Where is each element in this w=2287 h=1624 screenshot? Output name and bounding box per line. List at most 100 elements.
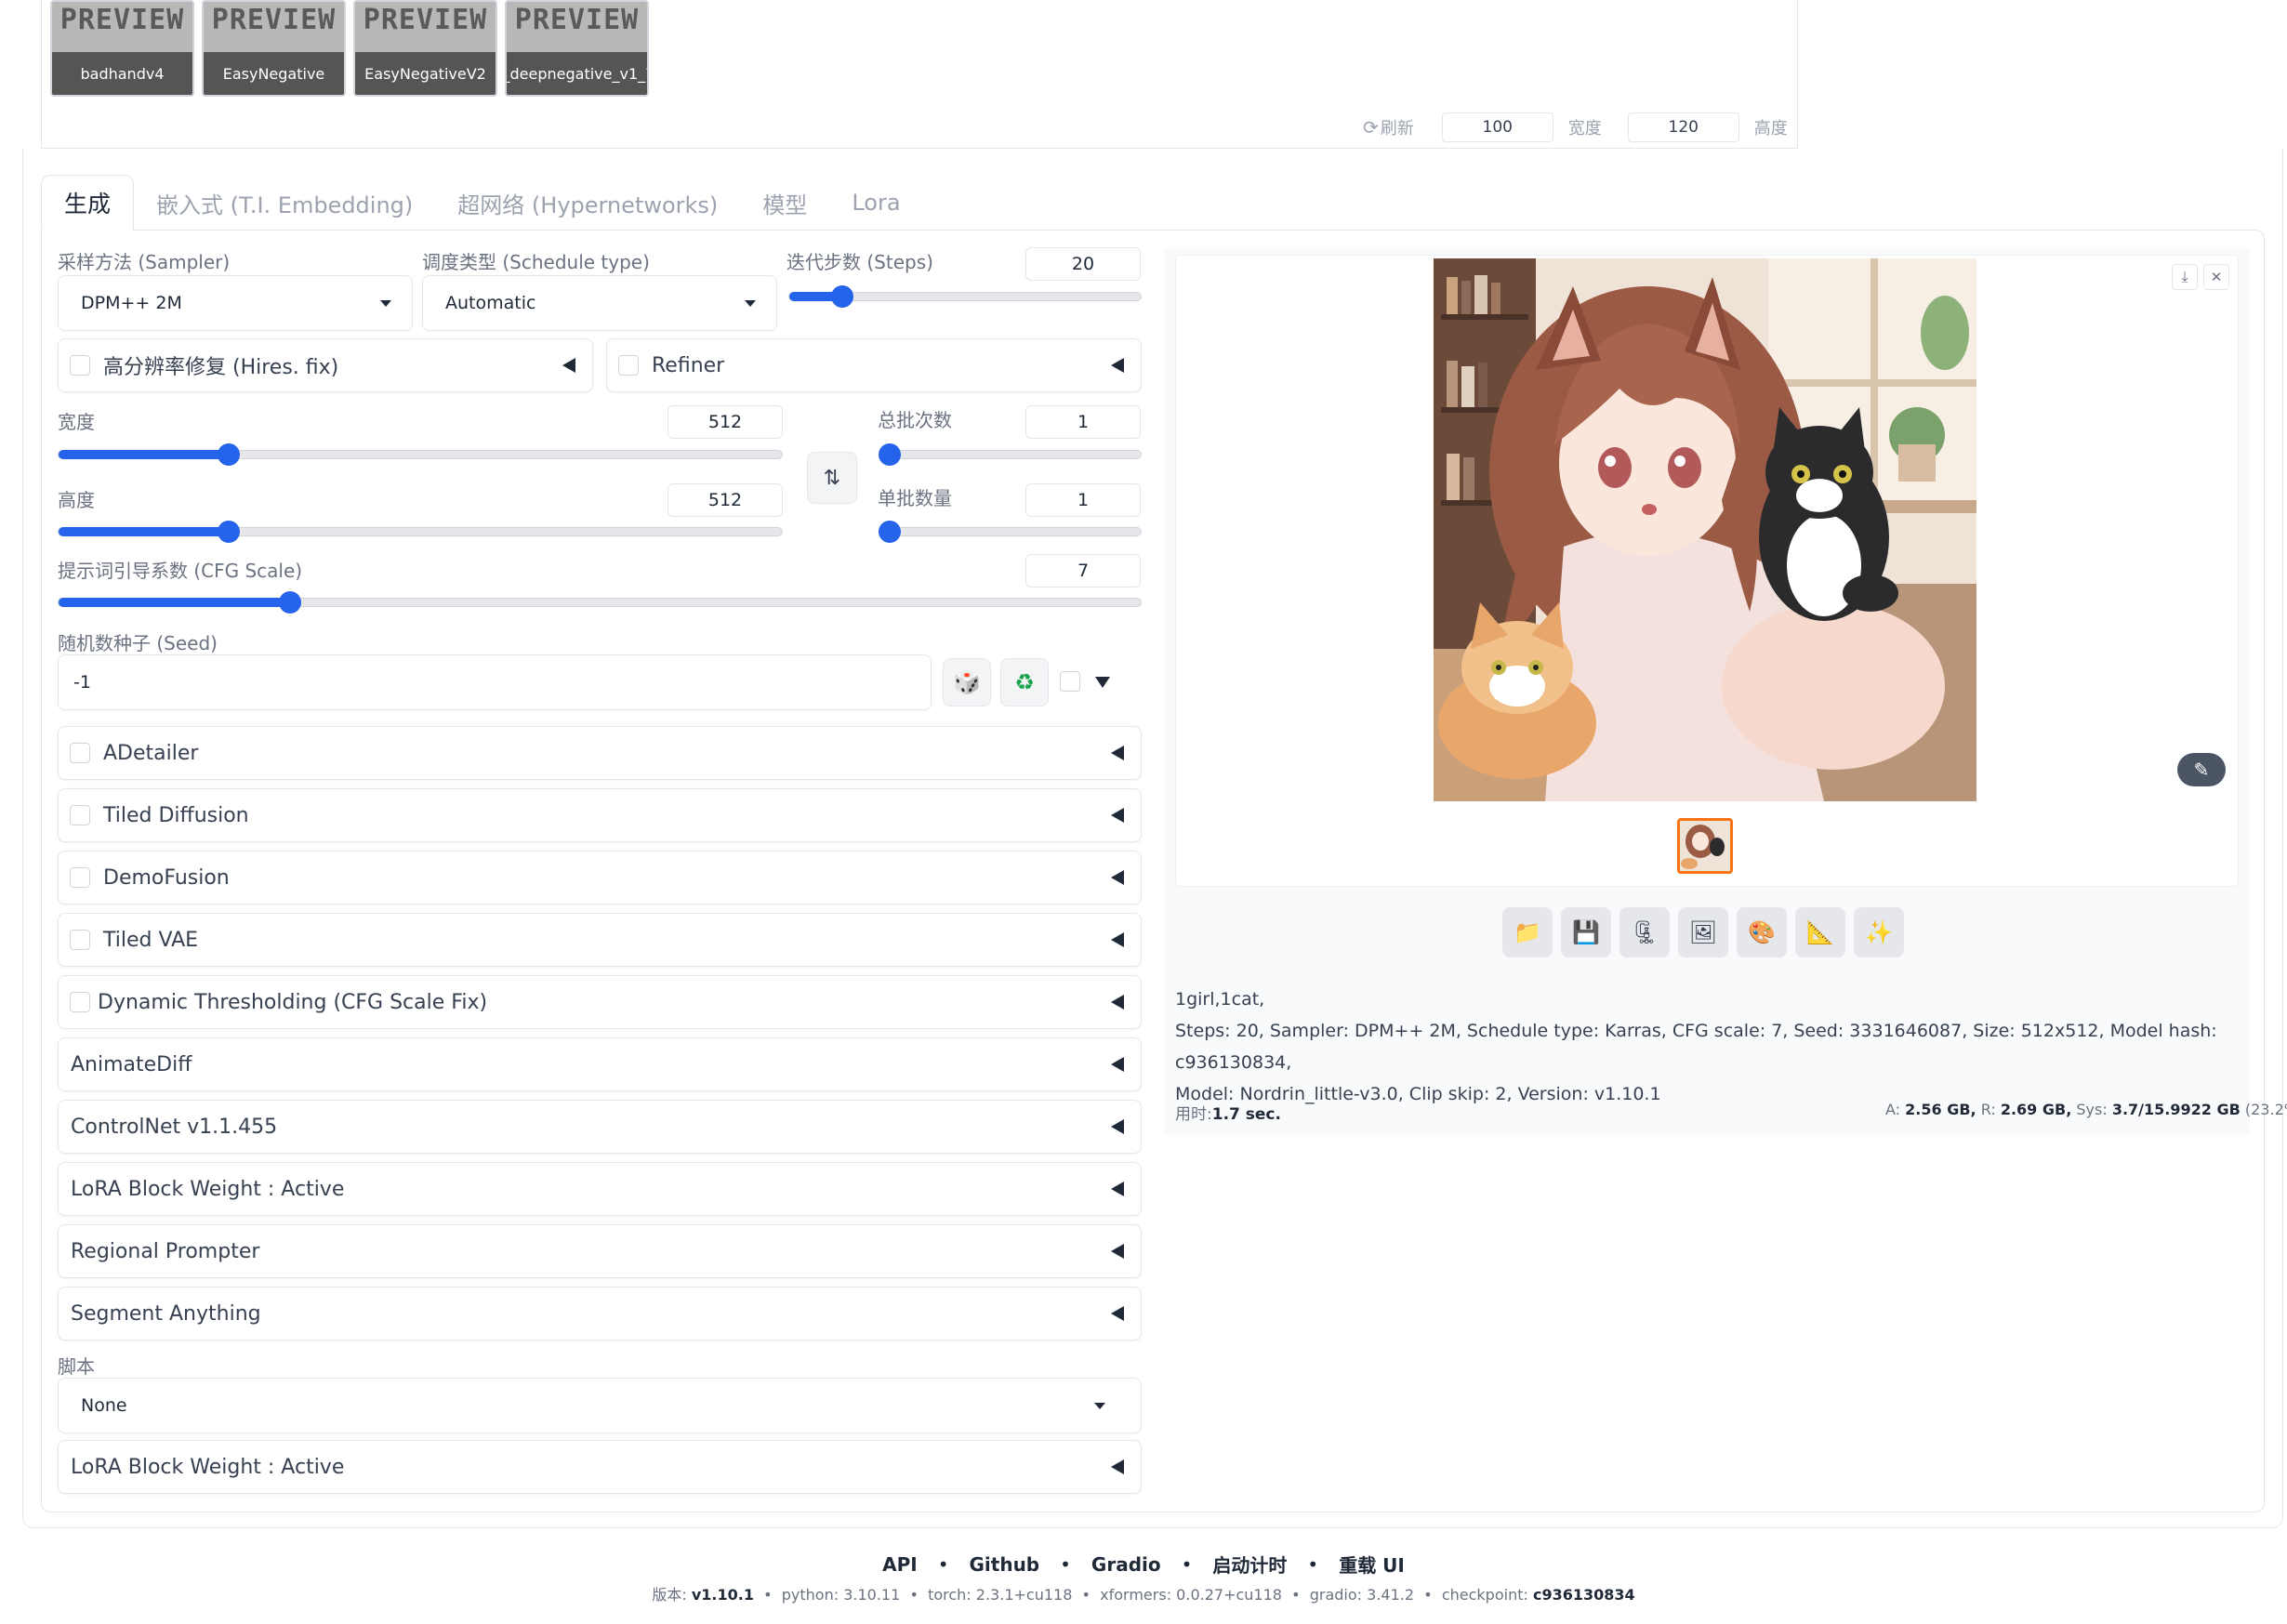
- accordion-tiled-vae[interactable]: Tiled VAE: [58, 913, 1142, 967]
- embedding-card-badhandv4[interactable]: PREVIEW badhandv4: [50, 0, 194, 97]
- tab-embedding[interactable]: 嵌入式 (T.I. Embedding): [134, 175, 435, 231]
- collapse-triangle-icon[interactable]: [1111, 1182, 1124, 1196]
- slider-thumb[interactable]: [879, 443, 901, 466]
- extra-seed-checkbox[interactable]: [1060, 671, 1080, 692]
- steps-input[interactable]: 20: [1025, 247, 1141, 281]
- send-to-extras-button[interactable]: 📐: [1795, 907, 1845, 957]
- refresh-label: 刷新: [1380, 119, 1414, 139]
- accordion-adetailer[interactable]: ADetailer: [58, 726, 1142, 780]
- accordion-regional-prompter[interactable]: Regional Prompter: [58, 1224, 1142, 1278]
- footer-link-github[interactable]: Github: [970, 1553, 1040, 1576]
- swap-dimensions-button[interactable]: ⇅: [807, 452, 857, 504]
- collapse-triangle-icon[interactable]: [562, 358, 575, 373]
- batch-size-input[interactable]: 1: [1025, 483, 1141, 517]
- collapse-triangle-icon[interactable]: [1111, 808, 1124, 823]
- accordion-demofusion[interactable]: DemoFusion: [58, 851, 1142, 904]
- send-to-inpaint-button[interactable]: 🎨: [1737, 907, 1787, 957]
- collapse-triangle-icon[interactable]: [1111, 1057, 1124, 1072]
- collapse-triangle-icon[interactable]: [1111, 1244, 1124, 1259]
- accordion-segment-anything[interactable]: Segment Anything: [58, 1287, 1142, 1340]
- embedding-card-easynegative[interactable]: PREVIEW EasyNegative: [202, 0, 346, 97]
- accordion-animatediff[interactable]: AnimateDiff: [58, 1037, 1142, 1091]
- archive-icon: 🗜: [1630, 919, 1659, 945]
- slider-thumb[interactable]: [217, 521, 240, 543]
- card-width-input[interactable]: 100: [1441, 112, 1553, 142]
- footer-link-api[interactable]: API: [882, 1553, 918, 1576]
- chevron-down-icon: [380, 300, 391, 307]
- refiner-checkbox[interactable]: [618, 355, 639, 376]
- accordion-lora-block-weight-script[interactable]: LoRA Block Weight : Active: [58, 1440, 1142, 1494]
- hires-fix-checkbox[interactable]: [70, 355, 90, 376]
- collapse-triangle-icon[interactable]: [1111, 1119, 1124, 1134]
- accordion-controlnet[interactable]: ControlNet v1.1.455: [58, 1100, 1142, 1154]
- tab-models[interactable]: 模型: [740, 175, 829, 231]
- schedule-dropdown[interactable]: Automatic: [422, 275, 777, 331]
- collapse-triangle-icon[interactable]: [1111, 1306, 1124, 1321]
- tiled-diffusion-checkbox[interactable]: [70, 805, 90, 825]
- adetailer-checkbox[interactable]: [70, 743, 90, 763]
- embedding-card-easynegativev2[interactable]: PREVIEW EasyNegativeV2: [353, 0, 497, 97]
- tab-bar: 生成 嵌入式 (T.I. Embedding) 超网络 (Hypernetwor…: [41, 175, 923, 231]
- generated-image[interactable]: [1434, 258, 1976, 801]
- footer-link-startup-profile[interactable]: 启动计时: [1212, 1551, 1287, 1578]
- accordion-tiled-diffusion[interactable]: Tiled Diffusion: [58, 788, 1142, 842]
- card-height-input[interactable]: 120: [1627, 112, 1739, 142]
- seed-input[interactable]: -1: [58, 654, 932, 710]
- batch-count-slider[interactable]: [879, 443, 1142, 466]
- collapse-triangle-icon[interactable]: [1111, 932, 1124, 947]
- width-input[interactable]: 512: [668, 405, 783, 439]
- accordion-dynamic-thresholding[interactable]: Dynamic Thresholding (CFG Scale Fix): [58, 975, 1142, 1029]
- slider-thumb[interactable]: [830, 285, 853, 308]
- upscale-button[interactable]: ✨: [1854, 907, 1904, 957]
- slider-thumb[interactable]: [217, 443, 240, 466]
- palette-icon: 🎨: [1748, 919, 1776, 945]
- hires-fix-accordion[interactable]: 高分辨率修复 (Hires. fix): [58, 338, 593, 392]
- height-slider[interactable]: [58, 521, 783, 543]
- random-seed-button[interactable]: 🎲: [943, 658, 991, 706]
- refresh-button[interactable]: ⟳ 刷新: [1363, 115, 1414, 139]
- card-width-label: 宽度: [1567, 119, 1602, 139]
- collapse-triangle-icon[interactable]: [1111, 746, 1124, 760]
- footer-separator: •: [937, 1552, 949, 1576]
- close-image-button[interactable]: ✕: [2203, 264, 2229, 290]
- footer-link-reload-ui[interactable]: 重载 UI: [1339, 1551, 1405, 1578]
- extra-seed-toggle-icon[interactable]: [1095, 677, 1110, 688]
- accordion-lora-block-weight[interactable]: LoRA Block Weight : Active: [58, 1162, 1142, 1216]
- batch-count-input[interactable]: 1: [1025, 405, 1141, 439]
- refiner-accordion[interactable]: Refiner: [606, 338, 1142, 392]
- dynamic-thresholding-checkbox[interactable]: [70, 992, 90, 1012]
- send-to-img2img-button[interactable]: 🖼: [1678, 907, 1728, 957]
- tiled-vae-checkbox[interactable]: [70, 930, 90, 950]
- collapse-triangle-icon[interactable]: [1111, 358, 1124, 373]
- gallery-thumbnail[interactable]: [1677, 818, 1733, 874]
- tab-generate[interactable]: 生成: [41, 175, 135, 231]
- thumbnail-image: [1680, 821, 1730, 871]
- cfg-slider[interactable]: [58, 591, 1142, 614]
- width-slider[interactable]: [58, 443, 783, 466]
- embedding-card-label: EasyNegative: [204, 52, 344, 95]
- script-dropdown[interactable]: None: [58, 1378, 1142, 1433]
- accordion-label: Tiled Diffusion: [103, 803, 249, 827]
- slider-thumb[interactable]: [879, 521, 901, 543]
- footer-link-gradio[interactable]: Gradio: [1091, 1553, 1161, 1576]
- collapse-triangle-icon[interactable]: [1111, 995, 1124, 1010]
- open-folder-button[interactable]: 📁: [1502, 907, 1553, 957]
- tab-lora[interactable]: Lora: [829, 175, 922, 231]
- embedding-card-ng-deepnegative[interactable]: PREVIEW ng_deepnegative_v1_75t: [505, 0, 649, 97]
- sampler-dropdown[interactable]: DPM++ 2M: [58, 275, 413, 331]
- accordion-label: Dynamic Thresholding (CFG Scale Fix): [98, 990, 488, 1014]
- zip-button[interactable]: 🗜: [1619, 907, 1670, 957]
- cfg-input[interactable]: 7: [1025, 554, 1141, 588]
- save-button[interactable]: 💾: [1561, 907, 1611, 957]
- demofusion-checkbox[interactable]: [70, 867, 90, 888]
- download-button[interactable]: ⤓: [2172, 264, 2198, 290]
- batch-size-slider[interactable]: [879, 521, 1142, 543]
- reuse-seed-button[interactable]: ♻: [1000, 658, 1049, 706]
- collapse-triangle-icon[interactable]: [1111, 1459, 1124, 1474]
- steps-slider[interactable]: [788, 285, 1142, 308]
- height-input[interactable]: 512: [668, 483, 783, 517]
- tab-hypernetworks[interactable]: 超网络 (Hypernetworks): [435, 175, 740, 231]
- slider-thumb[interactable]: [279, 591, 302, 614]
- collapse-triangle-icon[interactable]: [1111, 870, 1124, 885]
- edit-image-button[interactable]: ✎: [2177, 753, 2226, 786]
